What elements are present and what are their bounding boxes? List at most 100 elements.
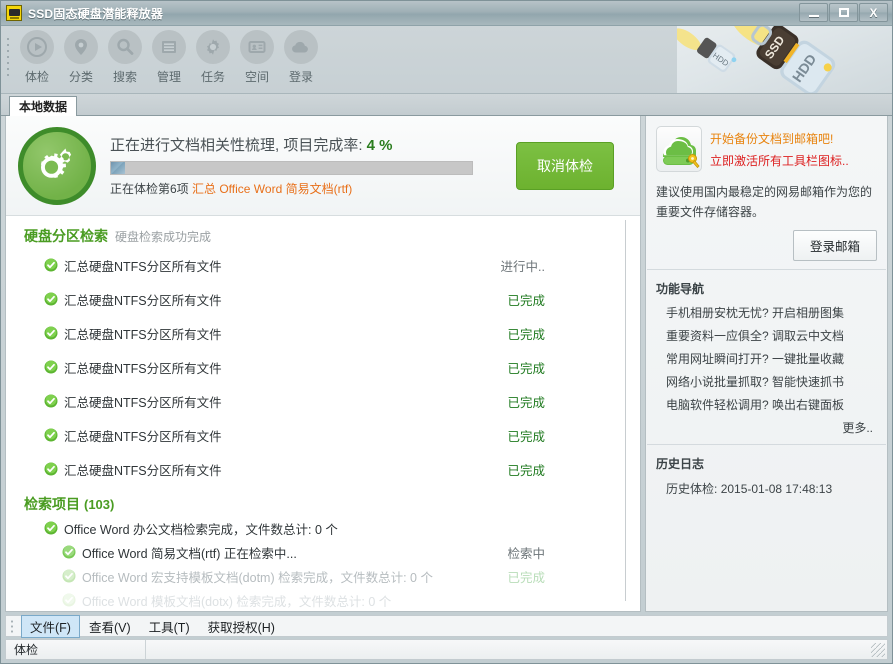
status-left: 体检: [6, 640, 146, 659]
toolbar-item-task[interactable]: 任务: [191, 30, 235, 85]
body-area: 正在进行文档相关性梳理, 项目完成率: 4 % 正在体检第6项 汇总 Offic…: [1, 116, 892, 612]
toolbar-item-search[interactable]: 搜索: [103, 30, 147, 85]
login-mail-button[interactable]: 登录邮箱: [792, 230, 877, 261]
scan-subtitle-prefix: 正在体检第6项: [110, 182, 193, 196]
row-status: 已完成: [507, 361, 545, 376]
row-status: 已完成: [507, 395, 545, 410]
table-row[interactable]: 汇总硬盘NTFS分区所有文件 已完成: [6, 452, 640, 486]
promo-block: 开始备份文档到邮箱吧! 立即激活所有工具栏图标..: [656, 126, 877, 172]
scan-info: 正在进行文档相关性梳理, 项目完成率: 4 % 正在体检第6项 汇总 Offic…: [96, 134, 500, 197]
list-icon: [152, 30, 186, 64]
maximize-button[interactable]: [829, 3, 858, 22]
nav-panel: 功能导航 手机相册安枕无忧? 开启相册图集 重要资料一应俱全? 调取云中文档 常…: [646, 270, 887, 444]
results-list[interactable]: 硬盘分区检索 硬盘检索成功完成 汇总硬盘NTFS分区所有文件 进行中.. 汇总硬…: [6, 216, 640, 611]
toolbar-label: 空间: [244, 70, 269, 84]
nav-item-0[interactable]: 手机相册安枕无忧? 开启相册图集: [656, 301, 877, 324]
list-item[interactable]: Office Word 模板文档(dotx) 检索完成，文件数总计: 0 个: [6, 588, 640, 611]
row-label: Office Word 简易文档(rtf) 正在检索中...: [82, 546, 297, 561]
nav-more-link[interactable]: 更多..: [656, 416, 877, 436]
toolbar-item-space[interactable]: 空间: [235, 30, 279, 85]
row-label: 汇总硬盘NTFS分区所有文件: [64, 361, 222, 376]
window-controls: X: [799, 3, 888, 22]
cancel-checkup-button[interactable]: 取消体检: [516, 141, 614, 190]
tab-local-data[interactable]: 本地数据: [9, 96, 78, 116]
toolbar-item-classify[interactable]: 分类: [59, 30, 103, 85]
scan-current-target: 汇总 Office Word 简易文档(rtf): [192, 182, 353, 196]
table-row[interactable]: 汇总硬盘NTFS分区所有文件 已完成: [6, 418, 640, 452]
menu-item-license[interactable]: 获取授权(H): [199, 615, 284, 638]
toolbar-label: 登录: [288, 70, 313, 84]
partition-section-title: 硬盘分区检索: [24, 228, 108, 244]
toolbar-item-manage[interactable]: 管理: [147, 30, 191, 85]
table-row[interactable]: 汇总硬盘NTFS分区所有文件 进行中..: [6, 248, 640, 282]
check-circle-icon: [62, 545, 76, 559]
app-icon: [6, 5, 22, 21]
nav-item-2[interactable]: 常用网址瞬间打开? 一键批量收藏: [656, 347, 877, 370]
nav-item-1[interactable]: 重要资料一应俱全? 调取云中文档: [656, 324, 877, 347]
toolbar-label: 任务: [200, 70, 225, 84]
check-circle-icon: [44, 462, 58, 476]
row-label: 汇总硬盘NTFS分区所有文件: [64, 259, 222, 274]
window-title: SSD固态硬盘潜能释放器: [28, 6, 164, 21]
nav-item-3[interactable]: 网络小说批量抓取? 智能快速抓书: [656, 370, 877, 393]
row-status: 进行中..: [500, 259, 545, 274]
menubar-drag-grip[interactable]: [10, 619, 17, 633]
row-label: 汇总硬盘NTFS分区所有文件: [64, 463, 222, 478]
list-scrollbar[interactable]: [625, 220, 626, 601]
status-bar: 体检: [5, 639, 888, 660]
close-button[interactable]: X: [859, 3, 888, 22]
location-pin-icon: [64, 30, 98, 64]
table-row[interactable]: 汇总硬盘NTFS分区所有文件 已完成: [6, 316, 640, 350]
login-mail-label: 登录邮箱: [809, 240, 860, 254]
minimize-button[interactable]: [799, 3, 828, 22]
row-status: 已完成: [507, 327, 545, 342]
main-content-panel: 正在进行文档相关性梳理, 项目完成率: 4 % 正在体检第6项 汇总 Offic…: [5, 116, 641, 612]
check-circle-icon: [62, 569, 76, 583]
table-row[interactable]: 汇总硬盘NTFS分区所有文件 已完成: [6, 384, 640, 418]
check-circle-icon: [44, 428, 58, 442]
history-panel-title: 历史日志: [656, 457, 705, 471]
scan-title-text: 正在进行文档相关性梳理, 项目完成率:: [110, 137, 367, 154]
gear-icon: [196, 30, 230, 64]
toolbar-label: 体检: [24, 70, 49, 84]
app-window: SSD固态硬盘潜能释放器 X 体检 分类 搜索 管理 任务 空间 登录 HDD …: [0, 0, 893, 664]
toolbar-item-checkup[interactable]: 体检: [15, 30, 59, 85]
menu-item-file[interactable]: 文件(F): [21, 614, 80, 638]
row-label: Office Word 宏支持模板文档(dotm) 检索完成，文件数总计: 0 …: [82, 570, 433, 585]
promo-line-2[interactable]: 立即激活所有工具栏图标..: [710, 152, 849, 169]
scan-title: 正在进行文档相关性梳理, 项目完成率: 4 %: [110, 134, 500, 155]
list-item[interactable]: Office Word 宏支持模板文档(dotm) 检索完成，文件数总计: 0 …: [6, 564, 640, 588]
toolbar-item-login[interactable]: 登录: [279, 30, 323, 85]
history-panel: 历史日志 历史体检: 2015-01-08 17:48:13: [646, 445, 887, 505]
promo-line-1[interactable]: 开始备份文档到邮箱吧!: [710, 130, 849, 147]
row-status: 已完成: [507, 570, 545, 585]
scan-progress-bar: [110, 161, 473, 175]
gears-circle-icon: [18, 126, 96, 205]
list-item[interactable]: Office Word 简易文档(rtf) 正在检索中... 检索中: [6, 540, 640, 564]
promo-description: 建议使用国内最稳定的网易邮箱作为您的重要文件存储容器。: [656, 185, 873, 219]
nav-item-4[interactable]: 电脑软件轻松调用? 唤出右键面板: [656, 393, 877, 416]
check-circle-icon: [44, 292, 58, 306]
retrieval-section-count: (103): [84, 497, 115, 512]
scan-progress-fill: [111, 162, 126, 174]
cloud-icon: [284, 30, 318, 64]
menu-item-tools[interactable]: 工具(T): [140, 615, 199, 638]
table-row[interactable]: 汇总硬盘NTFS分区所有文件 已完成: [6, 350, 640, 384]
promo-actions: 登录邮箱: [656, 230, 877, 261]
row-label: 汇总硬盘NTFS分区所有文件: [64, 327, 222, 342]
row-label: 汇总硬盘NTFS分区所有文件: [64, 293, 222, 308]
ssd-hdd-banner: HDD SSD HDD: [677, 26, 892, 93]
right-sidebar: 开始备份文档到邮箱吧! 立即激活所有工具栏图标.. 建议使用国内最稳定的网易邮箱…: [645, 116, 888, 612]
main-toolbar: 体检 分类 搜索 管理 任务 空间 登录 HDD SSD HDD: [1, 26, 892, 94]
check-circle-icon: [44, 394, 58, 408]
table-row[interactable]: 汇总硬盘NTFS分区所有文件 已完成: [6, 282, 640, 316]
toolbar-label: 搜索: [112, 70, 137, 84]
menu-item-view[interactable]: 查看(V): [80, 615, 140, 638]
row-status: 已完成: [507, 463, 545, 478]
row-label: 汇总硬盘NTFS分区所有文件: [64, 395, 222, 410]
menu-bar: 文件(F) 查看(V) 工具(T) 获取授权(H): [5, 614, 888, 638]
check-circle-icon: [62, 593, 76, 607]
list-item[interactable]: Office Word 办公文档检索完成，文件数总计: 0 个: [6, 516, 640, 540]
toolbar-drag-grip[interactable]: [4, 34, 13, 80]
resize-grip-icon[interactable]: [871, 642, 885, 657]
